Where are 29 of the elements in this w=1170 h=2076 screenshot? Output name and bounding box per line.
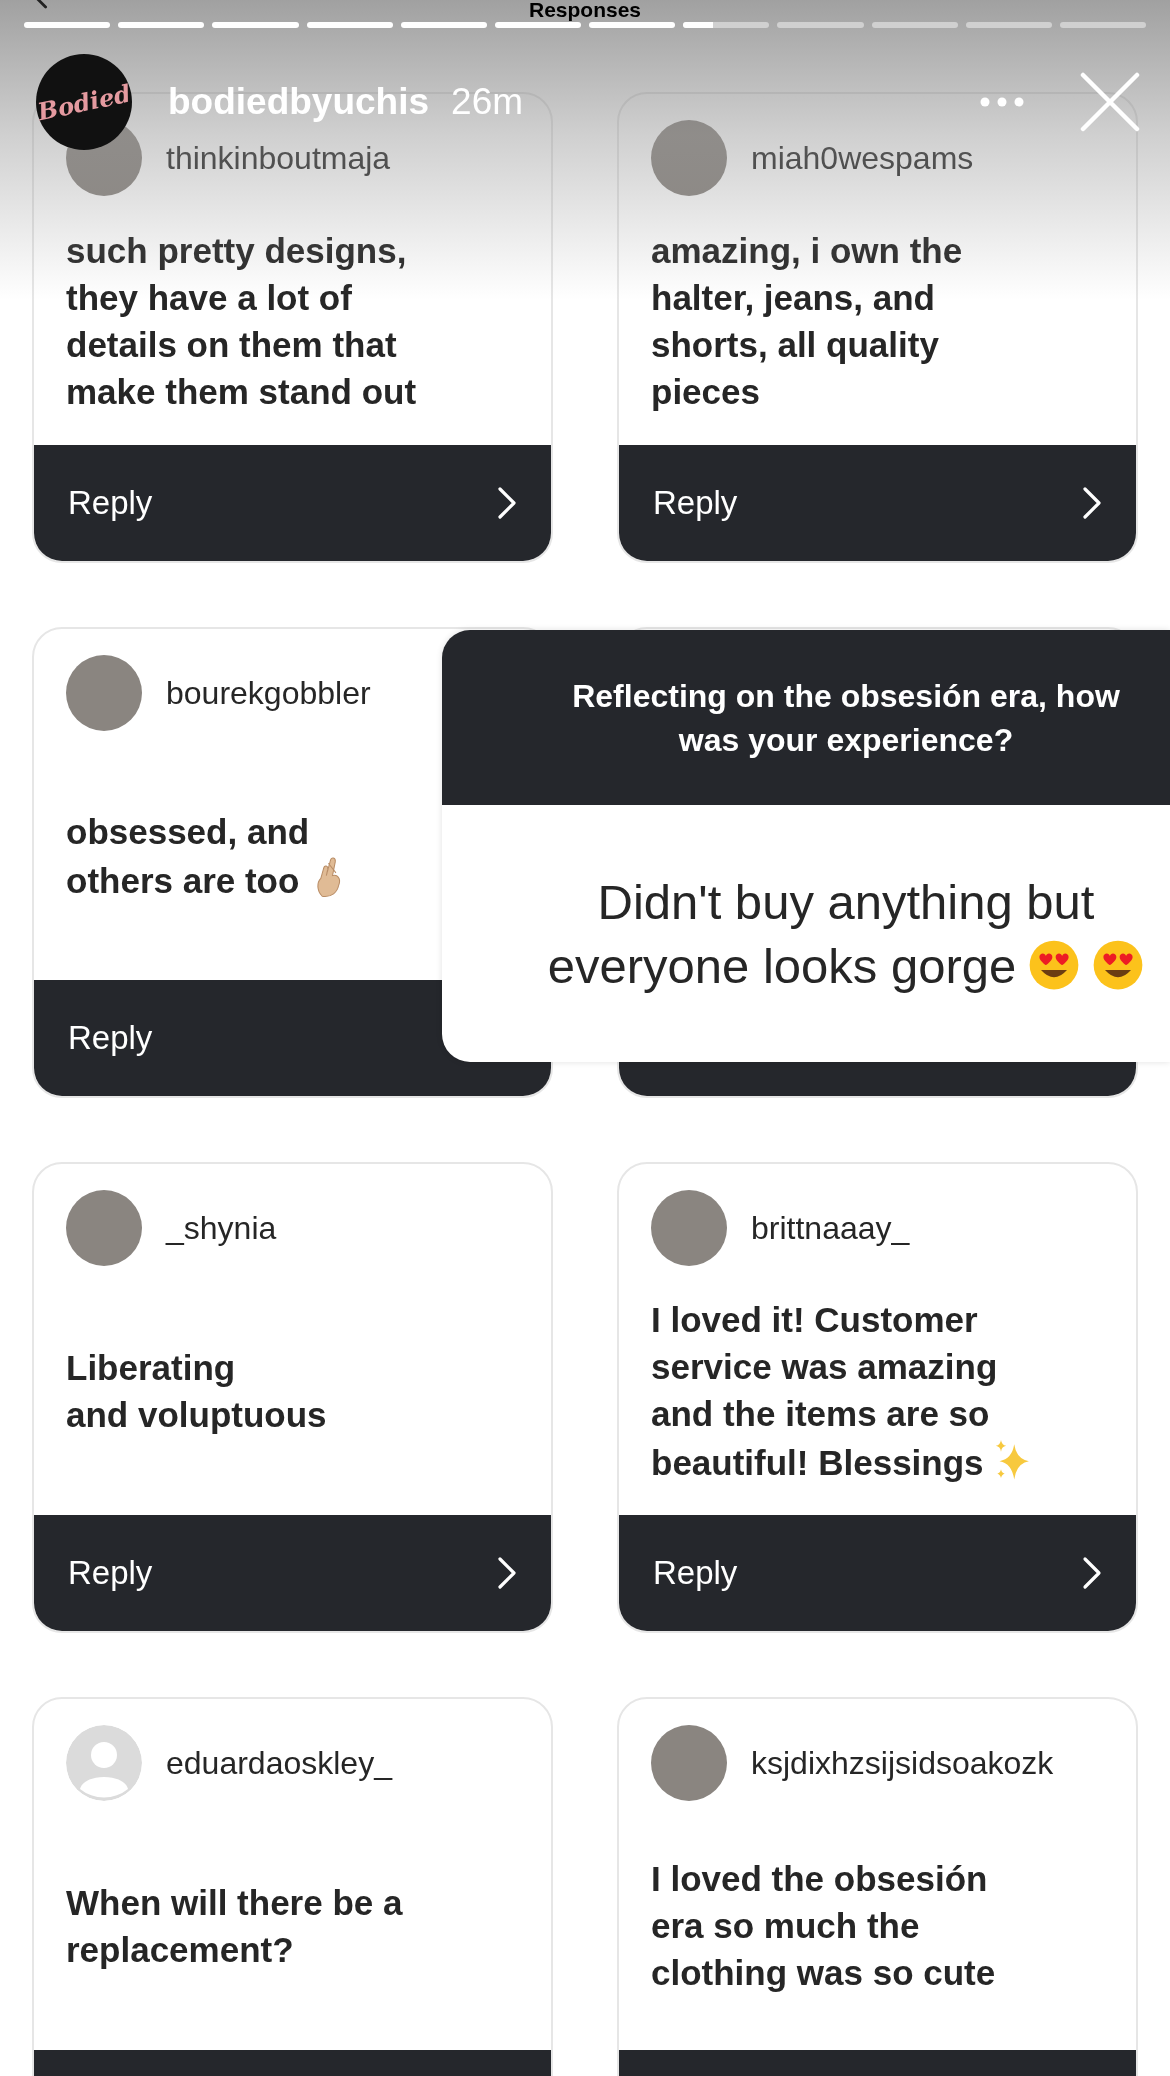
logo-text: Bodied [34, 78, 134, 126]
question-text: Reflecting on the obsesión era, how was your experience? [572, 676, 1120, 760]
reply-button[interactable]: Reply [619, 1515, 1136, 1631]
username[interactable]: thinkinboutmaja [166, 139, 391, 177]
heart-eyes-emoji-icon [1092, 938, 1145, 991]
username[interactable]: ksjdixhzsijsidsoakozk [751, 1744, 1054, 1782]
more-options-icon[interactable] [980, 97, 1024, 107]
heart-eyes-emoji-icon [1028, 938, 1081, 991]
response-text: When will there be a replacement? [66, 1882, 403, 1969]
username[interactable]: brittnaaay_ [751, 1209, 910, 1247]
default-avatar-icon [66, 1725, 142, 1801]
username[interactable]: eduardaoskley_ [166, 1744, 392, 1782]
username[interactable]: bourekgobbler [166, 674, 371, 712]
response-text: I loved the obsesión era so much the clothing was so cute [651, 1859, 996, 1992]
story-time: 26m [451, 81, 524, 123]
username[interactable]: _shynia [166, 1209, 277, 1247]
close-icon[interactable] [1080, 72, 1140, 132]
response-text: amazing, i own the halter, jeans, and shorts, all quality pieces [651, 230, 963, 411]
username[interactable]: miah0wespams [751, 139, 974, 177]
response-text: Liberating and voluptuous [66, 1347, 327, 1434]
reply-button[interactable]: Reply [619, 445, 1136, 561]
answer-text: Didn't buy anything but [597, 874, 1095, 929]
reply-button[interactable]: Reply [34, 1515, 551, 1631]
response-text: I loved it! Customer service was amazing and the items are so beautiful! Blessings [651, 1299, 998, 1482]
response-text: such pretty designs, they have a lot of details on them that make them stand out [66, 230, 417, 411]
reply-button[interactable]: Reply [34, 445, 551, 561]
response-text: obsessed, and others are too [66, 811, 310, 900]
account-logo[interactable]: Bodied [36, 54, 132, 150]
sheet-title: Responses [528, 0, 641, 20]
